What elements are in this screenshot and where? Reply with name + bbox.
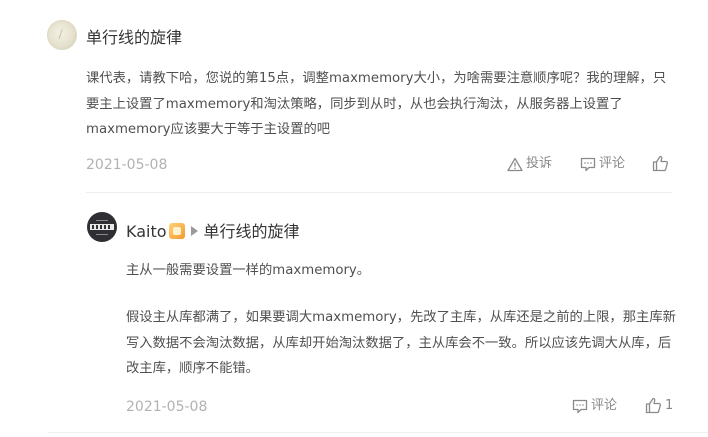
like-button[interactable]: [652, 155, 669, 172]
divider: [48, 432, 708, 433]
reply-username[interactable]: Kaito: [126, 222, 167, 241]
thumbs-up-icon: [652, 155, 669, 172]
vip-badge-icon: [168, 223, 185, 239]
report-label: 投诉: [526, 156, 553, 171]
like-count: 1: [665, 397, 674, 413]
divider: [86, 192, 672, 193]
reply-like-button[interactable]: 1: [645, 397, 673, 414]
comment-label: 评论: [591, 398, 618, 413]
reply-to-username[interactable]: 单行线的旋律: [204, 222, 300, 241]
reply-text-paragraph: 假设主从库都满了，如果要调大maxmemory，先改了主库，从库还是之前的上限，…: [126, 310, 676, 376]
comment-username[interactable]: 单行线的旋律: [86, 28, 182, 48]
report-button[interactable]: 投诉: [507, 156, 552, 172]
reply-date: 2021-05-08: [126, 399, 208, 415]
avatar[interactable]: [47, 20, 77, 50]
reply-comment-button[interactable]: 评论: [572, 398, 617, 414]
reply-text-paragraph: 主从一般需要设置一样的maxmemory。: [126, 263, 371, 278]
thumbs-up-icon: [645, 397, 662, 414]
avatar[interactable]: [87, 212, 117, 242]
reply-header: Kaito 单行线的旋律: [126, 221, 300, 242]
comment-text: 课代表，请教下哈，您说的第15点，调整maxmemory大小，为啥需要注意顺序呢…: [86, 71, 667, 137]
play-arrow-icon: [190, 226, 198, 236]
speech-bubble-icon: [580, 157, 596, 172]
comment-date: 2021-05-08: [86, 157, 168, 173]
speech-bubble-icon: [572, 399, 588, 414]
comment-label: 评论: [599, 156, 626, 171]
warning-triangle-icon: [507, 157, 523, 172]
comment-button[interactable]: 评论: [580, 156, 625, 172]
